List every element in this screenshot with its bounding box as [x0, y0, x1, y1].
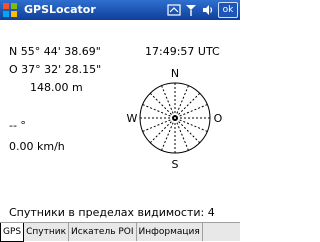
latitude-text: N 55° 44' 38.69"	[9, 45, 101, 58]
signal-strength-icon[interactable]	[184, 3, 198, 17]
tab-satellite[interactable]: Спутник	[24, 223, 70, 241]
windows-logo-icon[interactable]	[2, 2, 18, 18]
title-bar: GPSLocator ok	[0, 0, 240, 20]
gps-panel: N 55° 44' 38.69" 17:49:57 UTC O 37° 32' …	[0, 20, 240, 224]
compass-west-label: W	[127, 112, 138, 125]
connectivity-icon[interactable]	[167, 3, 181, 17]
utc-time-text: 17:49:57 UTC	[145, 45, 220, 58]
speaker-icon[interactable]	[201, 3, 215, 17]
tab-bar: GPS Спутник Искатель POI Информация	[0, 222, 240, 242]
system-tray: ok	[167, 2, 238, 18]
compass-spokes	[140, 83, 210, 153]
speed-text: 0.00 km/h	[9, 140, 65, 153]
tab-information[interactable]: Информация	[137, 223, 203, 241]
heading-text: -- °	[9, 119, 26, 132]
compass-south-label: S	[172, 158, 179, 171]
satellites-visible-text: Спутники в пределах видимости: 4	[9, 206, 215, 219]
altitude-text: 148.00 m	[30, 81, 83, 94]
tab-gps[interactable]: GPS	[0, 223, 25, 242]
app-title: GPSLocator	[24, 3, 96, 16]
compass-north-label: N	[171, 67, 179, 80]
compass-east-label: O	[214, 112, 223, 125]
tab-poi-finder[interactable]: Искатель POI	[69, 223, 137, 241]
compass: N O S W	[127, 67, 223, 171]
ok-button[interactable]: ok	[218, 2, 238, 18]
longitude-text: O 37° 32' 28.15"	[9, 63, 102, 76]
